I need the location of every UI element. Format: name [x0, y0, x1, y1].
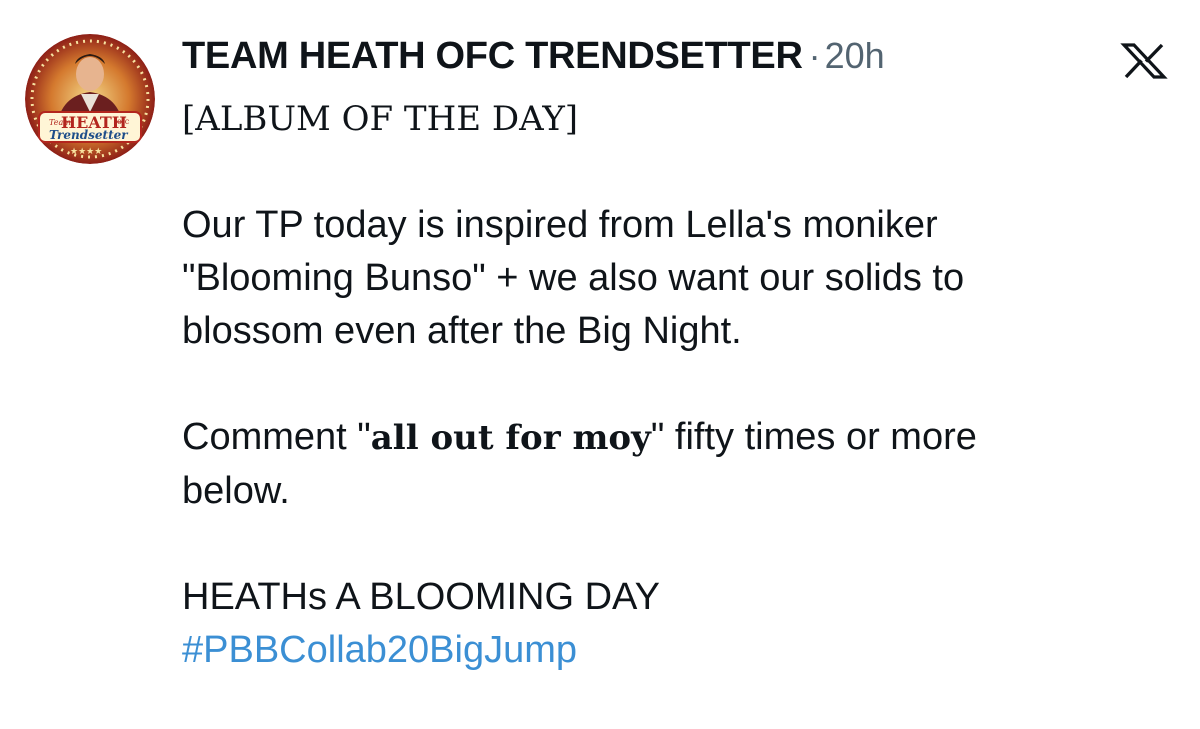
album-tag: [ALBUM OF THE DAY]: [182, 99, 579, 139]
comment-suffix: " fifty times or more: [650, 416, 977, 458]
separator-dot: ·: [808, 35, 821, 76]
post-body: [ALBUM OF THE DAY] Our TP today is inspi…: [182, 93, 1172, 677]
closing-line: HEATHs A BLOOMING DAY: [182, 576, 660, 618]
x-logo-icon[interactable]: [1120, 43, 1168, 79]
post-card: Team HEATH ofc Trendsetter ★★★★ TEAM HEA…: [0, 0, 1200, 729]
comment-prefix: Comment ": [182, 416, 371, 458]
post-header: TEAM HEATH OFC TRENDSETTER · 20h: [182, 30, 885, 82]
author-name[interactable]: TEAM HEATH OFC TRENDSETTER: [182, 35, 803, 77]
svg-text:Trendsetter: Trendsetter: [49, 128, 129, 142]
body-line: Our TP today is inspired from Lella's mo…: [182, 204, 938, 246]
svg-text:★★★★: ★★★★: [70, 147, 102, 157]
timestamp[interactable]: 20h: [825, 35, 885, 76]
body-line: below.: [182, 470, 290, 512]
svg-text:ofc: ofc: [117, 117, 130, 126]
avatar[interactable]: Team HEATH ofc Trendsetter ★★★★: [25, 34, 155, 164]
body-line: Comment "all out for moy" fifty times or…: [182, 411, 1172, 465]
body-line: blossom even after the Big Night.: [182, 310, 742, 352]
comment-phrase: all out for moy: [370, 418, 651, 458]
hashtag-link[interactable]: #PBBCollab20BigJump: [182, 624, 1172, 677]
avatar-image: Team HEATH ofc Trendsetter ★★★★: [25, 34, 155, 164]
body-line: "Blooming Bunso" + we also want our soli…: [182, 257, 965, 299]
